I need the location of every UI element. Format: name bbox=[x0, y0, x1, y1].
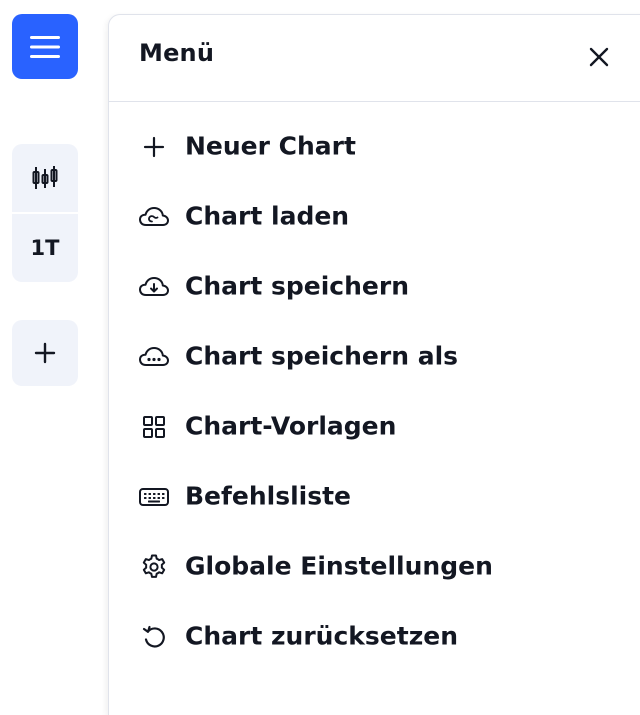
interval-label: 1T bbox=[30, 236, 60, 260]
candlestick-icon bbox=[32, 166, 58, 189]
cloud-save-icon bbox=[138, 271, 170, 303]
menu-item-command-list[interactable]: Befehlsliste bbox=[109, 462, 640, 532]
main-menu-panel: Menü Neuer Chart Chart laden Chart speic… bbox=[108, 14, 640, 715]
menu-header: Menü bbox=[109, 15, 640, 102]
close-button[interactable] bbox=[581, 39, 617, 75]
menu-title: Menü bbox=[139, 39, 215, 67]
menu-item-save-chart-as[interactable]: Chart speichern als bbox=[109, 322, 640, 392]
cloud-save-as-icon bbox=[138, 341, 170, 373]
interval-button[interactable]: 1T bbox=[12, 214, 78, 282]
menu-item-chart-templates[interactable]: Chart-Vorlagen bbox=[109, 392, 640, 462]
chart-type-button[interactable] bbox=[12, 144, 78, 212]
plus-icon bbox=[138, 131, 170, 163]
menu-item-label: Chart-Vorlagen bbox=[185, 411, 397, 441]
menu-item-save-chart[interactable]: Chart speichern bbox=[109, 252, 640, 322]
menu-item-label: Chart laden bbox=[185, 201, 350, 231]
menu-item-label: Chart speichern als bbox=[185, 341, 459, 371]
add-tool-group bbox=[12, 320, 78, 386]
close-icon bbox=[589, 47, 609, 67]
menu-item-label: Chart speichern bbox=[185, 271, 409, 301]
reset-icon bbox=[138, 621, 170, 653]
menu-button[interactable] bbox=[12, 14, 78, 79]
menu-item-load-chart[interactable]: Chart laden bbox=[109, 182, 640, 252]
grid-icon bbox=[138, 411, 170, 443]
menu-item-global-settings[interactable]: Globale Einstellungen bbox=[109, 532, 640, 602]
plus-icon bbox=[34, 342, 56, 364]
cloud-icon bbox=[138, 201, 170, 233]
menu-item-new-chart[interactable]: Neuer Chart bbox=[109, 112, 640, 182]
menu-list: Neuer Chart Chart laden Chart speichern … bbox=[109, 112, 640, 672]
menu-item-label: Befehlsliste bbox=[185, 481, 352, 511]
menu-item-label: Globale Einstellungen bbox=[185, 551, 493, 581]
keyboard-icon bbox=[138, 481, 170, 513]
menu-item-label: Chart zurücksetzen bbox=[185, 621, 459, 651]
hamburger-icon bbox=[30, 35, 60, 58]
chart-tools-group: 1T bbox=[12, 144, 78, 282]
gear-icon bbox=[138, 551, 170, 583]
menu-item-label: Neuer Chart bbox=[185, 131, 356, 161]
add-button[interactable] bbox=[12, 320, 78, 386]
menu-item-reset-chart[interactable]: Chart zurücksetzen bbox=[109, 602, 640, 672]
left-toolbar: 1T bbox=[0, 0, 92, 700]
